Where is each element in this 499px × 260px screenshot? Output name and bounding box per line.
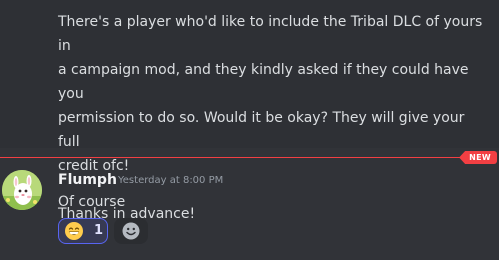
username[interactable]: Flumph <box>58 170 117 190</box>
message-text: Of course <box>58 194 126 210</box>
avatar[interactable] <box>2 170 42 210</box>
previous-message: There's a player who'd like to include t… <box>0 0 499 222</box>
new-badge: NEW <box>459 151 497 164</box>
add-reaction-icon <box>122 222 140 240</box>
add-reaction-button[interactable] <box>114 218 148 244</box>
timestamp[interactable]: Yesterday at 8:00 PM <box>118 173 223 189</box>
message-line: a campaign mod, and they kindly asked if… <box>58 62 469 102</box>
message-line: permission to do so. Would it be okay? T… <box>58 110 465 150</box>
reaction-count: 1 <box>94 223 104 238</box>
grinning-face-icon <box>65 222 83 240</box>
reaction-button[interactable]: 1 <box>58 218 108 244</box>
avatar-image <box>2 170 42 210</box>
new-messages-divider <box>0 157 480 158</box>
message-line: There's a player who'd like to include t… <box>58 14 483 54</box>
